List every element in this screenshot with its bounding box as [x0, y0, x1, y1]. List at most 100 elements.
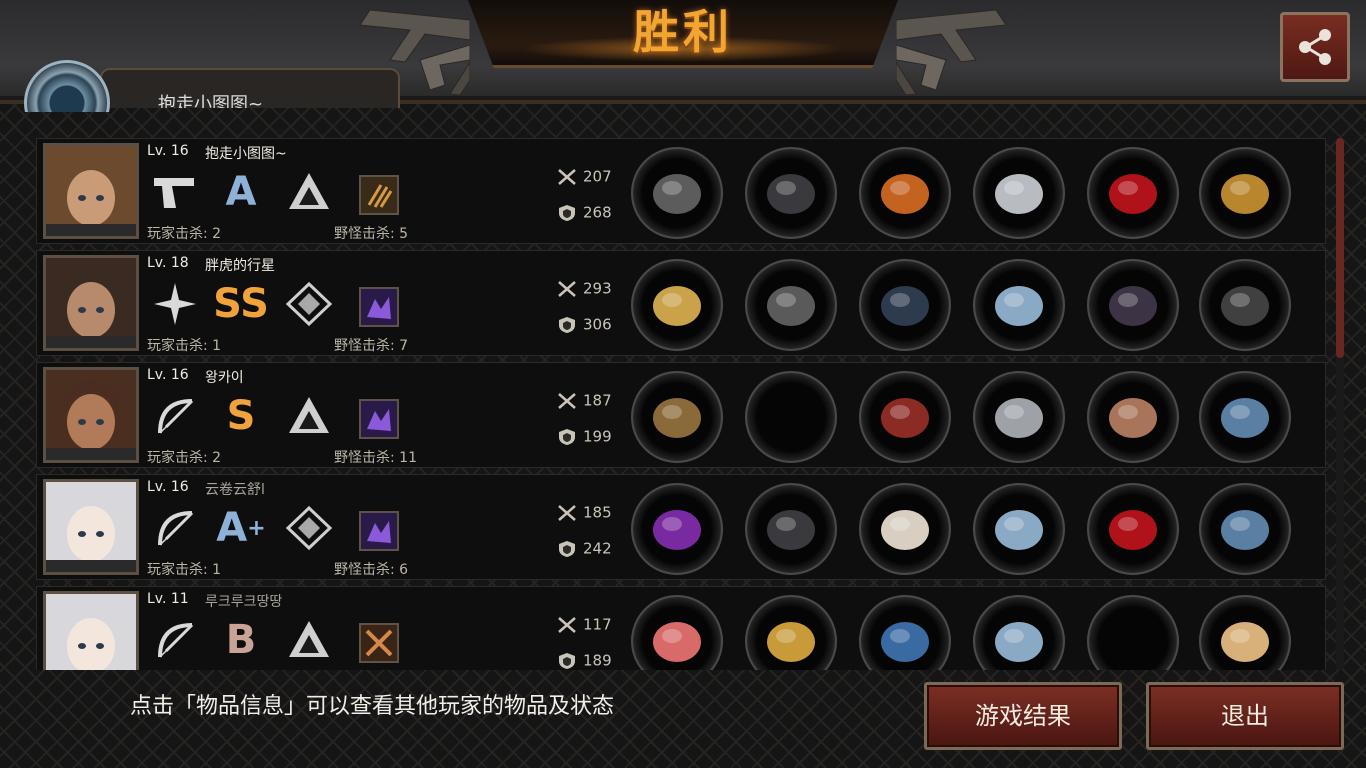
item-slot-white-armor-icon[interactable] [859, 483, 951, 575]
player-portrait[interactable] [43, 591, 139, 670]
item-slot-flame-armor-icon[interactable] [859, 147, 951, 239]
player-name: 云卷云舒l [205, 482, 265, 498]
shield-icon [559, 540, 575, 557]
defense-stat: 306 [557, 315, 612, 334]
item-slot-portrait-fan-icon[interactable] [1199, 595, 1291, 670]
crossed-swords-icon [558, 504, 576, 521]
gun-wing-right-icon [896, 9, 1007, 95]
page-title: 胜利 [633, 5, 733, 59]
player-row[interactable]: Lv. 16 抱走小图图~ A 玩家击杀: 2 野怪击杀: 5 207 268 [36, 138, 1326, 244]
attack-value: 293 [583, 279, 612, 298]
shield-icon [559, 316, 575, 333]
monster-kills: 野怪击杀: 5 [334, 226, 409, 242]
grade-letter: A [216, 505, 248, 551]
scrollbar-thumb[interactable] [1336, 138, 1344, 358]
crossed-swords-icon [558, 168, 576, 185]
player-row[interactable]: Lv. 16 云卷云舒l A + 玩家击杀: 1 野怪击杀: 6 185 242 [36, 474, 1326, 580]
purple-monster-icon [359, 511, 399, 551]
item-slot-dark-boots-icon[interactable] [1087, 259, 1179, 351]
pistol-icon [151, 169, 199, 215]
player-name-tab-label: 抱走小图图~ [158, 94, 264, 108]
item-slot-silver-gauntlet-icon[interactable] [973, 147, 1065, 239]
item-slot-red-heels-icon[interactable] [1087, 483, 1179, 575]
item-slot-bracer-icon[interactable] [1087, 371, 1179, 463]
grade-letter: S [226, 393, 256, 439]
item-slot-long-bow-icon[interactable] [631, 371, 723, 463]
shield-icon [559, 652, 575, 669]
bow-icon [151, 393, 199, 439]
item-slot-chakram-icon[interactable] [631, 259, 723, 351]
player-kills: 玩家击杀: 2 [147, 450, 222, 466]
item-slot-wrist-watch-icon[interactable] [973, 483, 1065, 575]
shield-icon [559, 428, 575, 445]
defense-stat: 268 [557, 203, 612, 222]
bow-icon [151, 505, 199, 551]
diamond-rank-icon [285, 505, 333, 551]
item-slot-tactical-helmet-icon[interactable] [745, 483, 837, 575]
item-slot-gold-helmet-icon[interactable] [745, 595, 837, 670]
defense-stat: 199 [557, 427, 612, 446]
player-portrait[interactable] [43, 143, 139, 239]
player-portrait[interactable] [43, 367, 139, 463]
grade-letter: A [225, 169, 257, 215]
diamond-rank-icon [285, 281, 333, 327]
item-slot-purple-bow-icon[interactable] [631, 483, 723, 575]
item-slot-red-cape-armor-icon[interactable] [859, 371, 951, 463]
player-name: 왕카이 [205, 370, 244, 386]
player-level: Lv. 16 [147, 143, 189, 159]
item-slot-gold-earrings-icon[interactable] [1199, 147, 1291, 239]
share-button[interactable] [1280, 12, 1350, 82]
player-row[interactable]: Lv. 16 왕카이 S 玩家击杀: 2 野怪击杀: 11 187 199 [36, 362, 1326, 468]
player-portrait[interactable] [43, 479, 139, 575]
attack-stat: 207 [557, 167, 612, 186]
item-slot-steel-armor-icon[interactable] [859, 259, 951, 351]
player-list[interactable]: Lv. 16 抱走小图图~ A 玩家击杀: 2 野怪击杀: 5 207 268 Lv. 18 胖… [36, 138, 1326, 670]
crossed-swords-icon [558, 616, 576, 633]
item-slot-black-flag-icon[interactable] [1199, 259, 1291, 351]
player-portrait[interactable] [43, 255, 139, 351]
item-slot-angel-bow-icon[interactable] [631, 595, 723, 670]
player-kills: 玩家击杀: 1 [147, 562, 222, 578]
player-level: Lv. 11 [147, 591, 189, 607]
crossed-tools-icon [359, 623, 399, 663]
player-level: Lv. 16 [147, 367, 189, 383]
item-slot-blue-robe-icon[interactable] [859, 595, 951, 670]
empty-item-slot[interactable] [1087, 595, 1179, 670]
empty-item-slot[interactable] [745, 371, 837, 463]
footer-hint: 点击「物品信息」可以查看其他玩家的物品及状态 [130, 694, 615, 719]
grade-plus: + [247, 515, 266, 541]
triangle-rank-icon [285, 617, 333, 663]
player-kills: 玩家击杀: 1 [147, 338, 222, 354]
item-slot-silver-disc-icon[interactable] [973, 371, 1065, 463]
grade-letter: B [225, 617, 257, 663]
player-row[interactable]: Lv. 11 루크루크땅땅 B 117 189 [36, 586, 1326, 670]
item-slot-red-heels-icon[interactable] [1087, 147, 1179, 239]
item-slot-wrist-watch-icon[interactable] [973, 595, 1065, 670]
player-name: 胖虎的行星 [205, 258, 275, 274]
game-result-button[interactable]: 游戏结果 [924, 682, 1122, 750]
bow-icon [151, 617, 199, 663]
grade-letter: SS [213, 281, 269, 327]
triangle-rank-icon [285, 169, 333, 215]
purple-monster-icon [359, 287, 399, 327]
grade-badge: B [217, 617, 265, 663]
attack-value: 117 [583, 615, 612, 634]
item-slot-tactical-helmet-icon[interactable] [745, 147, 837, 239]
item-slot-knight-helmet-icon[interactable] [745, 259, 837, 351]
defense-value: 242 [583, 539, 612, 558]
item-slot-quiver-icon[interactable] [1199, 483, 1291, 575]
item-slot-sniper-rifle-icon[interactable] [631, 147, 723, 239]
item-slot-quiver-icon[interactable] [1199, 371, 1291, 463]
item-slot-wrist-watch-icon[interactable] [973, 259, 1065, 351]
scrollbar[interactable] [1336, 138, 1344, 670]
shield-icon [559, 204, 575, 221]
crossed-swords-icon [558, 280, 576, 297]
purple-monster-icon [359, 399, 399, 439]
share-icon [1299, 29, 1331, 65]
grade-badge: A [217, 169, 265, 215]
bullet-pack-icon [359, 175, 399, 215]
exit-button[interactable]: 退出 [1146, 682, 1344, 750]
attack-stat: 187 [557, 391, 612, 410]
attack-value: 187 [583, 391, 612, 410]
player-row[interactable]: Lv. 18 胖虎的行星 SS 玩家击杀: 1 野怪击杀: 7 293 306 [36, 250, 1326, 356]
